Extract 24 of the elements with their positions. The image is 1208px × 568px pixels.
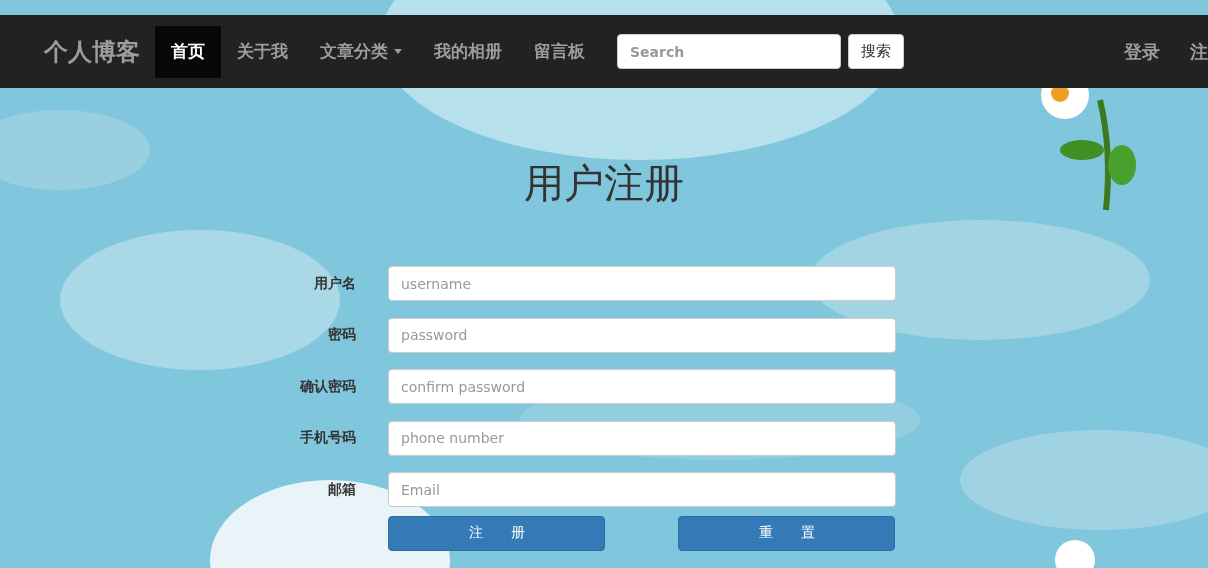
field-label: 手机号码: [299, 429, 356, 448]
nav-item[interactable]: 我的相册: [418, 25, 518, 78]
field-label: 确认密码: [298, 377, 356, 396]
field-label: 密码: [327, 326, 356, 345]
register-button[interactable]: 注 册: [388, 515, 605, 551]
input-field[interactable]: phone number: [388, 420, 896, 456]
input-field[interactable]: username: [388, 266, 896, 302]
nav-link[interactable]: 登录: [1124, 39, 1160, 64]
input-field[interactable]: password: [388, 317, 896, 353]
field-label: 用户名: [313, 274, 356, 293]
nav-item[interactable]: 留言板: [518, 25, 601, 78]
nav-link[interactable]: 注: [1190, 39, 1208, 64]
nav-item[interactable]: 首页: [155, 25, 221, 78]
input-field[interactable]: confirm password: [388, 369, 896, 405]
caret-icon: [394, 49, 402, 54]
search-field[interactable]: Search: [617, 34, 841, 69]
brand-title[interactable]: 个人博客: [44, 35, 140, 68]
field-label: 邮箱: [327, 480, 356, 499]
input-field[interactable]: Email: [388, 472, 896, 508]
search-button[interactable]: 搜索: [848, 34, 904, 69]
form-title: 用户注册: [523, 159, 685, 208]
nav-item[interactable]: 文章分类: [304, 25, 418, 78]
nav-item[interactable]: 关于我: [221, 25, 304, 78]
reset-button[interactable]: 重 置: [678, 515, 895, 551]
